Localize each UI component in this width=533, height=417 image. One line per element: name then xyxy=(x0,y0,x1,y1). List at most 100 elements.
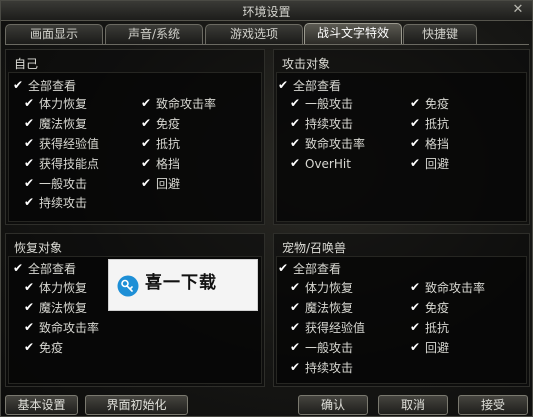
tab-game-options[interactable]: 游戏选项 xyxy=(205,24,303,44)
checkbox-label: 抵抗 xyxy=(425,321,450,335)
checkmark-icon: ✔ xyxy=(277,261,289,275)
checkbox-label: 致命攻击率 xyxy=(39,321,100,335)
tab-divider xyxy=(5,44,529,45)
pet-checkbox-evade[interactable]: ✔ 回避 xyxy=(409,340,449,356)
pet-checkbox-hp-recovery[interactable]: ✔ 体力恢复 xyxy=(289,280,353,296)
self-checkbox-hp-recovery[interactable]: ✔ 体力恢复 xyxy=(23,96,87,112)
checkbox-label: 免疫 xyxy=(425,301,450,315)
self-checkbox-immune[interactable]: ✔ 免疫 xyxy=(140,116,180,132)
basic-settings-button[interactable]: 基本设置 xyxy=(5,395,78,415)
checkmark-icon: ✔ xyxy=(12,78,24,92)
checkbox-label: 体力恢复 xyxy=(305,281,354,295)
checkbox-label: 致命攻击率 xyxy=(156,97,217,111)
tab-combat-text-effects[interactable]: 战斗文字特效 xyxy=(304,23,402,44)
checkmark-icon: ✔ xyxy=(409,116,421,130)
checkbox-label: 回避 xyxy=(425,341,450,355)
checkbox-label: 一般攻击 xyxy=(305,341,354,355)
cancel-button[interactable]: 取消 xyxy=(378,395,448,415)
close-icon[interactable]: ✕ xyxy=(510,2,526,18)
target-checkbox-evade[interactable]: ✔ 回避 xyxy=(409,156,449,172)
target-checkbox-critical-rate[interactable]: ✔ 致命攻击率 xyxy=(289,136,365,152)
recovery-checkbox-critical-rate[interactable]: ✔ 致命攻击率 xyxy=(23,320,99,336)
checkmark-icon: ✔ xyxy=(23,156,35,170)
checkmark-icon: ✔ xyxy=(289,320,301,334)
title-bar[interactable]: 环境设置 ✕ xyxy=(1,1,532,21)
checkbox-label: 一般攻击 xyxy=(305,97,354,111)
self-checkbox-exp-gain[interactable]: ✔ 获得经验值 xyxy=(23,136,99,152)
checkmark-icon: ✔ xyxy=(289,340,301,354)
checkmark-icon: ✔ xyxy=(23,195,35,209)
tab-bar: 画面显示 声音/系统 游戏选项 战斗文字特效 快捷键 xyxy=(5,23,530,44)
checkbox-label: 持续攻击 xyxy=(305,361,354,375)
pet-checkbox-all[interactable]: ✔ 全部查看 xyxy=(277,261,341,277)
checkmark-icon: ✔ xyxy=(140,136,152,150)
checkbox-label: 免疫 xyxy=(39,341,64,355)
tab-display[interactable]: 画面显示 xyxy=(5,24,103,44)
checkmark-icon: ✔ xyxy=(289,116,301,130)
self-checkbox-mp-recovery[interactable]: ✔ 魔法恢复 xyxy=(23,116,87,132)
pet-checkbox-continuous-attack[interactable]: ✔ 持续攻击 xyxy=(289,360,353,376)
checkmark-icon: ✔ xyxy=(289,300,301,314)
panel-pet-summon-title: 宠物/召唤兽 xyxy=(282,241,347,255)
target-checkbox-continuous-attack[interactable]: ✔ 持续攻击 xyxy=(289,116,353,132)
self-checkbox-evade[interactable]: ✔ 回避 xyxy=(140,176,180,192)
checkbox-label: 全部查看 xyxy=(28,79,77,93)
checkmark-icon: ✔ xyxy=(289,136,301,150)
self-checkbox-critical-rate[interactable]: ✔ 致命攻击率 xyxy=(140,96,216,112)
self-checkbox-block[interactable]: ✔ 格挡 xyxy=(140,156,180,172)
checkbox-label: 抵抗 xyxy=(156,137,181,151)
checkbox-label: 持续攻击 xyxy=(305,117,354,131)
checkbox-label: OverHit xyxy=(305,157,351,171)
self-checkbox-resist[interactable]: ✔ 抵抗 xyxy=(140,136,180,152)
recovery-checkbox-all[interactable]: ✔ 全部查看 xyxy=(12,261,76,277)
self-checkbox-continuous-attack[interactable]: ✔ 持续攻击 xyxy=(23,195,87,211)
target-checkbox-normal-attack[interactable]: ✔ 一般攻击 xyxy=(289,96,353,112)
checkbox-label: 致命攻击率 xyxy=(425,281,486,295)
pet-checkbox-critical-rate[interactable]: ✔ 致命攻击率 xyxy=(409,280,485,296)
target-checkbox-all[interactable]: ✔ 全部查看 xyxy=(277,78,341,94)
apply-button[interactable]: 接受 xyxy=(458,395,528,415)
checkmark-icon: ✔ xyxy=(289,96,301,110)
checkmark-icon: ✔ xyxy=(23,280,35,294)
tab-hotkeys[interactable]: 快捷键 xyxy=(403,24,477,44)
checkmark-icon: ✔ xyxy=(409,96,421,110)
recovery-checkbox-immune[interactable]: ✔ 免疫 xyxy=(23,340,63,356)
checkbox-label: 获得经验值 xyxy=(305,321,366,335)
checkmark-icon: ✔ xyxy=(140,176,152,190)
reset-ui-button[interactable]: 界面初始化 xyxy=(85,395,188,415)
self-checkbox-all[interactable]: ✔ 全部查看 xyxy=(12,78,76,94)
pet-checkbox-resist[interactable]: ✔ 抵抗 xyxy=(409,320,449,336)
checkbox-label: 格挡 xyxy=(156,157,181,171)
watermark-logo-icon xyxy=(117,275,139,297)
pet-checkbox-normal-attack[interactable]: ✔ 一般攻击 xyxy=(289,340,353,356)
checkmark-icon: ✔ xyxy=(289,156,301,170)
checkmark-icon: ✔ xyxy=(23,176,35,190)
self-checkbox-normal-attack[interactable]: ✔ 一般攻击 xyxy=(23,176,87,192)
checkmark-icon: ✔ xyxy=(409,280,421,294)
window-title: 环境设置 xyxy=(242,5,291,19)
checkmark-icon: ✔ xyxy=(409,136,421,150)
target-checkbox-resist[interactable]: ✔ 抵抗 xyxy=(409,116,449,132)
pet-checkbox-mp-recovery[interactable]: ✔ 魔法恢复 xyxy=(289,300,353,316)
checkbox-label: 体力恢复 xyxy=(39,97,88,111)
recovery-checkbox-hp-recovery[interactable]: ✔ 体力恢复 xyxy=(23,280,87,296)
checkbox-label: 全部查看 xyxy=(293,262,342,276)
target-checkbox-overhit[interactable]: ✔ OverHit xyxy=(289,156,351,172)
checkbox-label: 格挡 xyxy=(425,137,450,151)
checkmark-icon: ✔ xyxy=(12,261,24,275)
checkbox-label: 获得经验值 xyxy=(39,137,100,151)
self-checkbox-skill-points[interactable]: ✔ 获得技能点 xyxy=(23,156,99,172)
tab-sound-system[interactable]: 声音/系统 xyxy=(105,24,203,44)
checkmark-icon: ✔ xyxy=(23,340,35,354)
target-checkbox-immune[interactable]: ✔ 免疫 xyxy=(409,96,449,112)
target-checkbox-block[interactable]: ✔ 格挡 xyxy=(409,136,449,152)
panel-recovery-target-title: 恢复对象 xyxy=(14,241,63,255)
panel-attack-target-title: 攻击对象 xyxy=(282,57,331,71)
pet-checkbox-exp-gain[interactable]: ✔ 获得经验值 xyxy=(289,320,365,336)
recovery-checkbox-mp-recovery[interactable]: ✔ 魔法恢复 xyxy=(23,300,87,316)
checkmark-icon: ✔ xyxy=(409,320,421,334)
checkbox-label: 魔法恢复 xyxy=(305,301,354,315)
ok-button[interactable]: 确认 xyxy=(298,395,368,415)
pet-checkbox-immune[interactable]: ✔ 免疫 xyxy=(409,300,449,316)
checkmark-icon: ✔ xyxy=(23,320,35,334)
